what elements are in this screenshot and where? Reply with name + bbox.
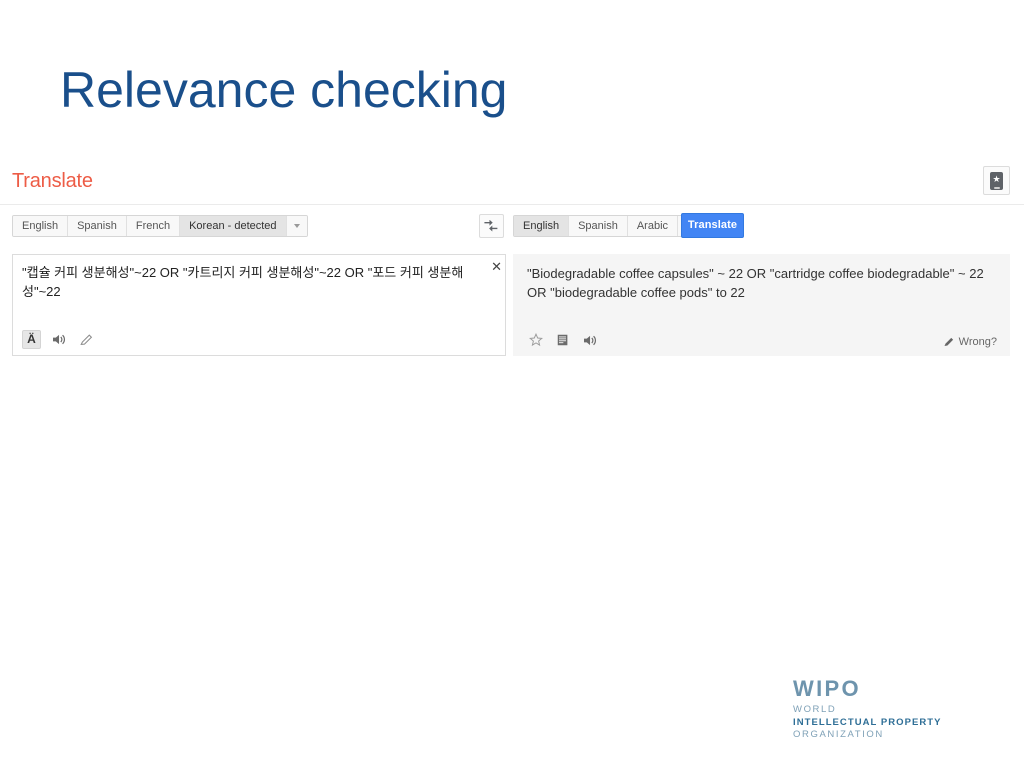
pencil-icon — [79, 333, 92, 345]
wipo-line-world: WORLD — [793, 704, 837, 715]
save-translation-button[interactable] — [527, 331, 545, 349]
source-tab-french[interactable]: French — [126, 216, 181, 236]
mobile-phone-star-icon: ★ — [990, 171, 1003, 190]
translate-header-bar: Translate ★ — [0, 158, 1024, 205]
source-listen-button[interactable] — [50, 331, 68, 349]
target-listen-button[interactable] — [581, 331, 599, 349]
source-edit-button[interactable] — [77, 331, 95, 349]
pencil-icon — [944, 337, 953, 347]
translate-logo[interactable]: Translate — [12, 171, 93, 191]
swap-languages-button[interactable] — [479, 214, 504, 238]
source-tools: Ä — [22, 330, 95, 349]
translate-button[interactable]: Translate — [681, 213, 744, 238]
speaker-icon — [52, 334, 65, 345]
source-language-tabs: English Spanish French Korean - detected — [12, 215, 308, 237]
wrong-feedback-label: Wrong? — [958, 336, 997, 348]
source-tab-english[interactable]: English — [13, 216, 69, 236]
wrong-feedback-link[interactable]: Wrong? — [943, 335, 997, 349]
copy-translation-button[interactable] — [554, 331, 572, 349]
wipo-line-intellectual-property: INTELLECTUAL PROPERTY — [793, 716, 942, 728]
source-text-panel[interactable]: "캡슐 커피 생분해성"~22 OR "카트리지 커피 생분해성"~22 OR … — [12, 254, 506, 356]
target-tab-english[interactable]: English — [514, 216, 570, 236]
chevron-down-icon — [293, 224, 300, 228]
target-language-tabs: English Spanish Arabic — [513, 215, 700, 237]
page-title: Relevance checking — [60, 62, 508, 118]
mobile-app-button[interactable]: ★ — [983, 166, 1010, 195]
wipo-line-organization: ORGANIZATION — [793, 729, 884, 740]
star-icon — [529, 333, 543, 347]
wipo-acronym: WIPO — [793, 676, 861, 701]
source-tab-korean-detected[interactable]: Korean - detected — [180, 216, 287, 236]
wipo-logo: WIPO WORLD INTELLECTUAL PROPERTY ORGANIZ… — [793, 678, 942, 740]
google-translate-screenshot: Translate ★ English Spanish French Korea… — [0, 158, 1024, 368]
target-tab-arabic[interactable]: Arabic — [627, 216, 679, 236]
target-tab-spanish[interactable]: Spanish — [569, 216, 628, 236]
source-text[interactable]: "캡슐 커피 생분해성"~22 OR "카트리지 커피 생분해성"~22 OR … — [22, 263, 485, 301]
copy-icon — [557, 334, 568, 346]
target-tools — [527, 331, 599, 349]
speaker-icon — [583, 335, 596, 345]
target-text-panel[interactable]: "Biodegradable coffee capsules" ~ 22 OR … — [513, 254, 1010, 356]
source-tab-spanish[interactable]: Spanish — [68, 216, 127, 236]
translated-text: "Biodegradable coffee capsules" ~ 22 OR … — [527, 266, 984, 300]
swap-languages-icon — [484, 219, 498, 231]
transliteration-toggle-button[interactable]: Ä — [22, 330, 41, 349]
clear-source-button[interactable]: ✕ — [491, 261, 502, 274]
source-language-dropdown[interactable] — [286, 216, 307, 236]
language-toolbar: English Spanish French Korean - detected… — [0, 204, 1024, 248]
